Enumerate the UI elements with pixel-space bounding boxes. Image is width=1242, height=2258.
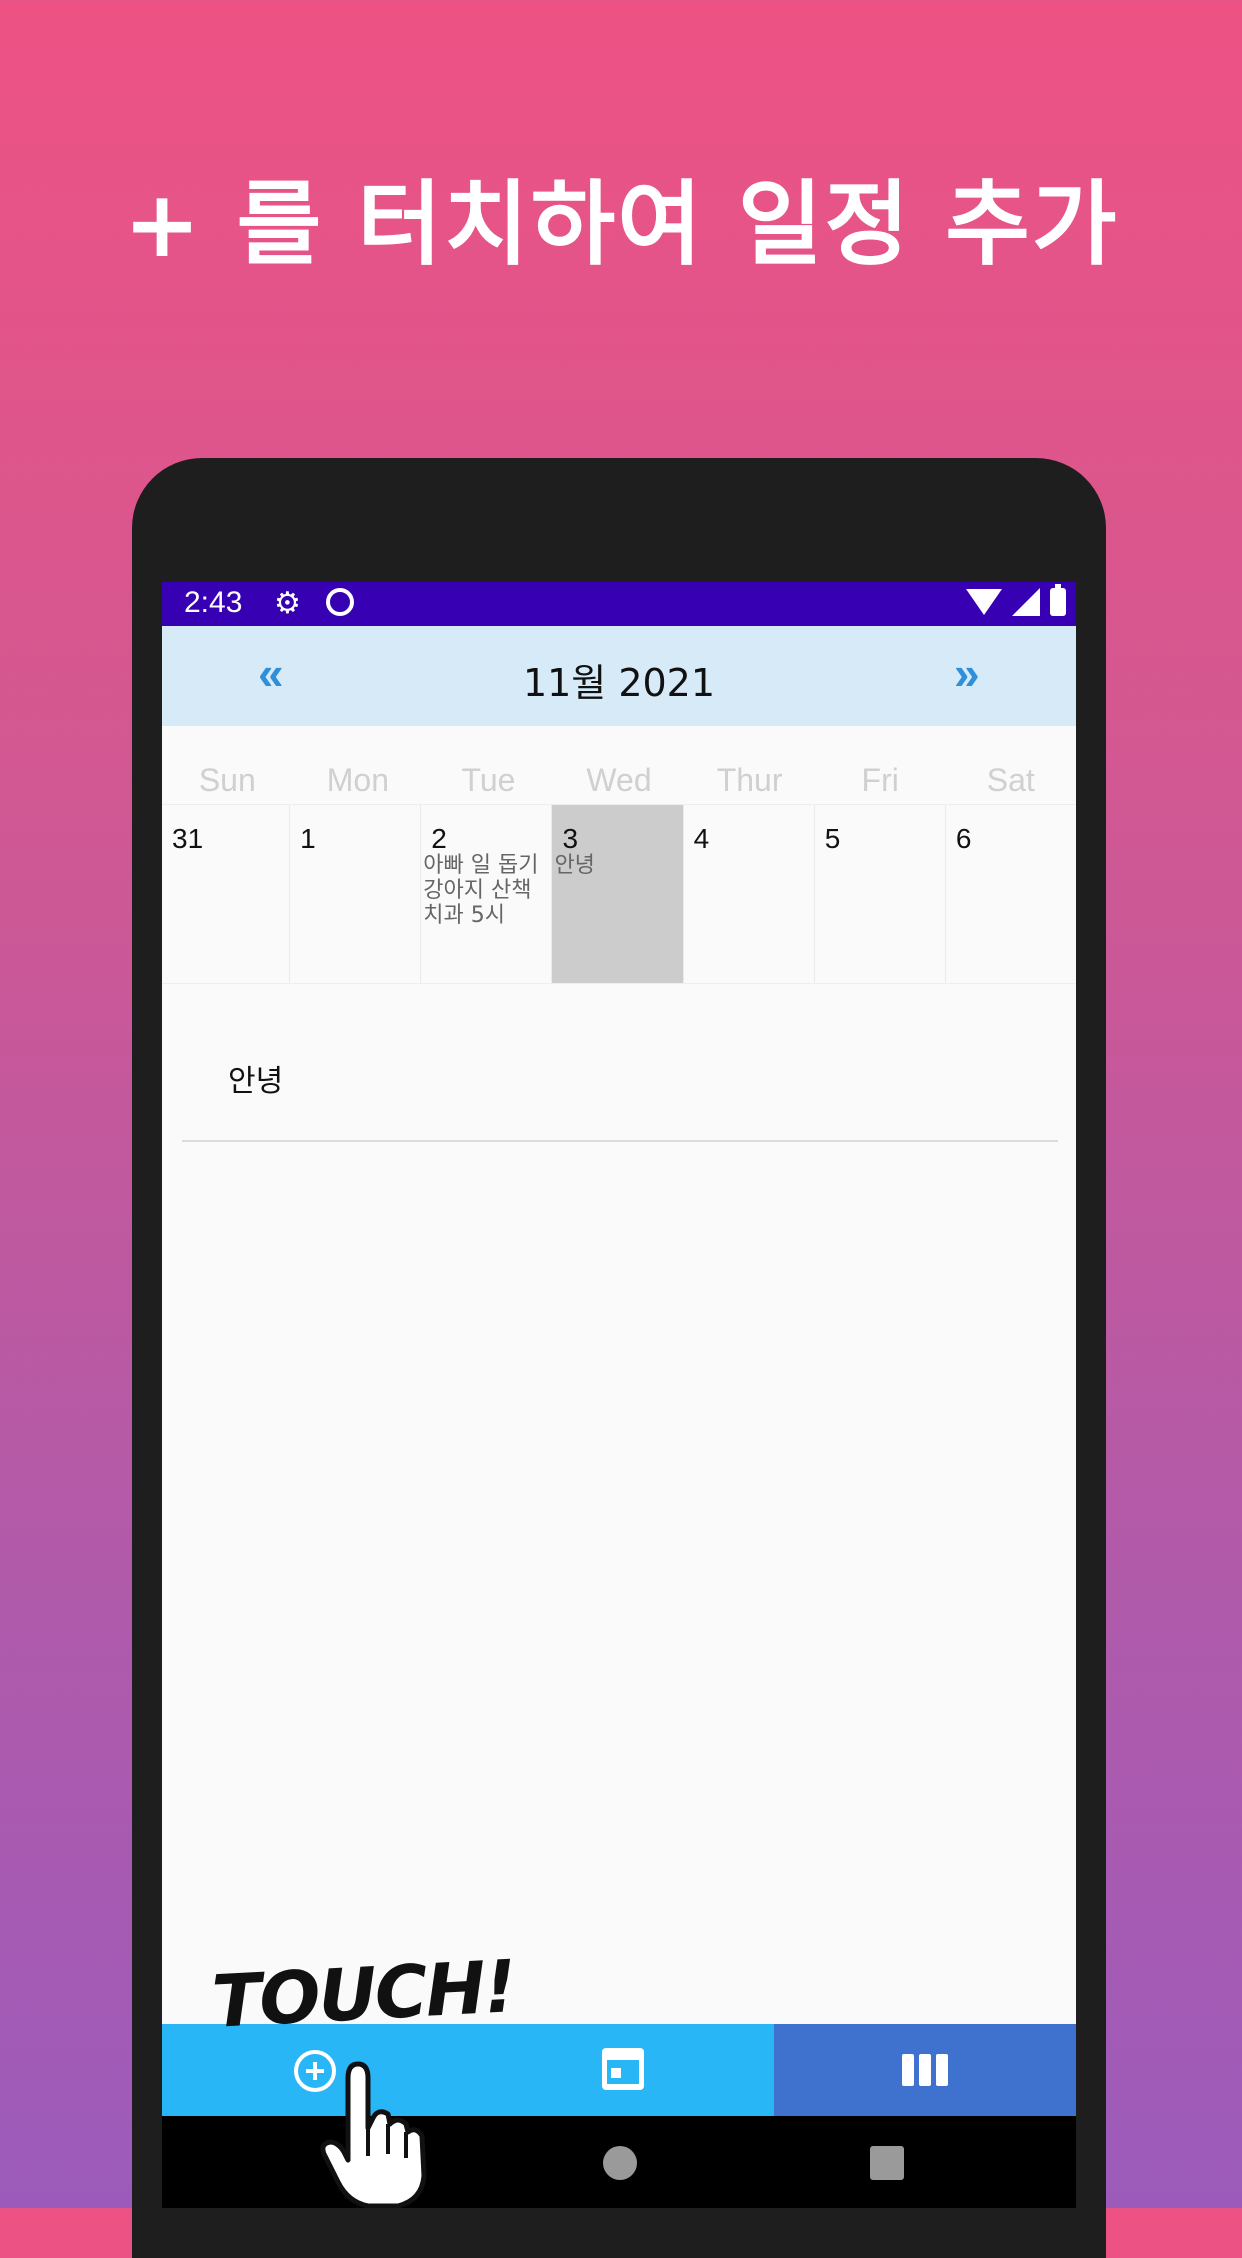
status-indicators (966, 584, 1066, 616)
weekday-label: Mon (326, 762, 389, 798)
day-cell[interactable]: 31 (162, 805, 289, 983)
day-cell-selected[interactable]: 3 안녕 (551, 805, 683, 983)
day-cell[interactable]: 4 (682, 805, 814, 983)
event-label: 강아지 산책 (423, 878, 532, 903)
weekday-label: Wed (586, 762, 652, 798)
day-number: 4 (693, 823, 710, 854)
day-number: 5 (824, 823, 841, 854)
next-month-button[interactable]: » (954, 646, 980, 700)
weekday-label: Fri (861, 762, 899, 798)
home-icon[interactable] (603, 2146, 637, 2180)
schedule-list-item[interactable]: 안녕 (228, 1056, 283, 1100)
settings-icon: ⚙ (274, 586, 301, 621)
day-number: 6 (955, 823, 972, 854)
battery-icon (1050, 584, 1066, 616)
event-label: 안녕 (554, 853, 595, 878)
day-number: 31 (172, 823, 204, 854)
weekday-header: Sun Mon Tue Wed Thur Fri Sat (162, 762, 1076, 806)
day-events: 아빠 일 돕기 강아지 산책 치과 5시 (423, 853, 538, 928)
day-events: 안녕 (554, 853, 594, 878)
touch-callout: TOUCH! (210, 1944, 517, 2044)
weekday-label: Sat (986, 762, 1035, 798)
weekday-label: Thur (716, 762, 783, 798)
weekday-label: Sun (198, 762, 256, 798)
status-time: 2:43 (184, 586, 243, 619)
day-cell[interactable]: 2 아빠 일 돕기 강아지 산책 치과 5시 (420, 805, 551, 983)
day-number: 2 (431, 823, 447, 854)
day-cell[interactable]: 5 (813, 805, 945, 983)
day-cell[interactable]: 6 (944, 805, 1076, 983)
day-cell[interactable]: 1 (289, 805, 420, 983)
system-navigation-bar (162, 2116, 1076, 2208)
event-label: 아빠 일 돕기 (423, 853, 539, 878)
calendar-icon (602, 2048, 644, 2090)
month-title: 11월 2021 (522, 661, 716, 705)
weekday-label: Tue (461, 762, 516, 798)
calendar-view-button[interactable] (474, 2024, 774, 2116)
list-divider (182, 1140, 1058, 1142)
calendar-week-row: 31 1 2 아빠 일 돕기 강아지 산책 치과 5시 3 안녕 4 5 6 (162, 804, 1076, 984)
wifi-icon (966, 589, 1002, 615)
sync-icon (326, 588, 354, 616)
day-number: 3 (562, 823, 579, 854)
promo-headline: + 를 터치하여 일정 추가 (123, 171, 1119, 278)
view-columns-icon (902, 2054, 948, 2086)
status-bar: 2:43 ⚙ (162, 582, 1076, 626)
event-label: 치과 5시 (423, 903, 506, 928)
column-view-button[interactable] (774, 2024, 1076, 2116)
recent-apps-icon[interactable] (870, 2146, 904, 2180)
day-number: 1 (300, 823, 316, 854)
month-header: « 11월 2021 » (162, 626, 1076, 726)
signal-icon (1012, 588, 1040, 616)
pointing-hand-icon (320, 2061, 427, 2208)
